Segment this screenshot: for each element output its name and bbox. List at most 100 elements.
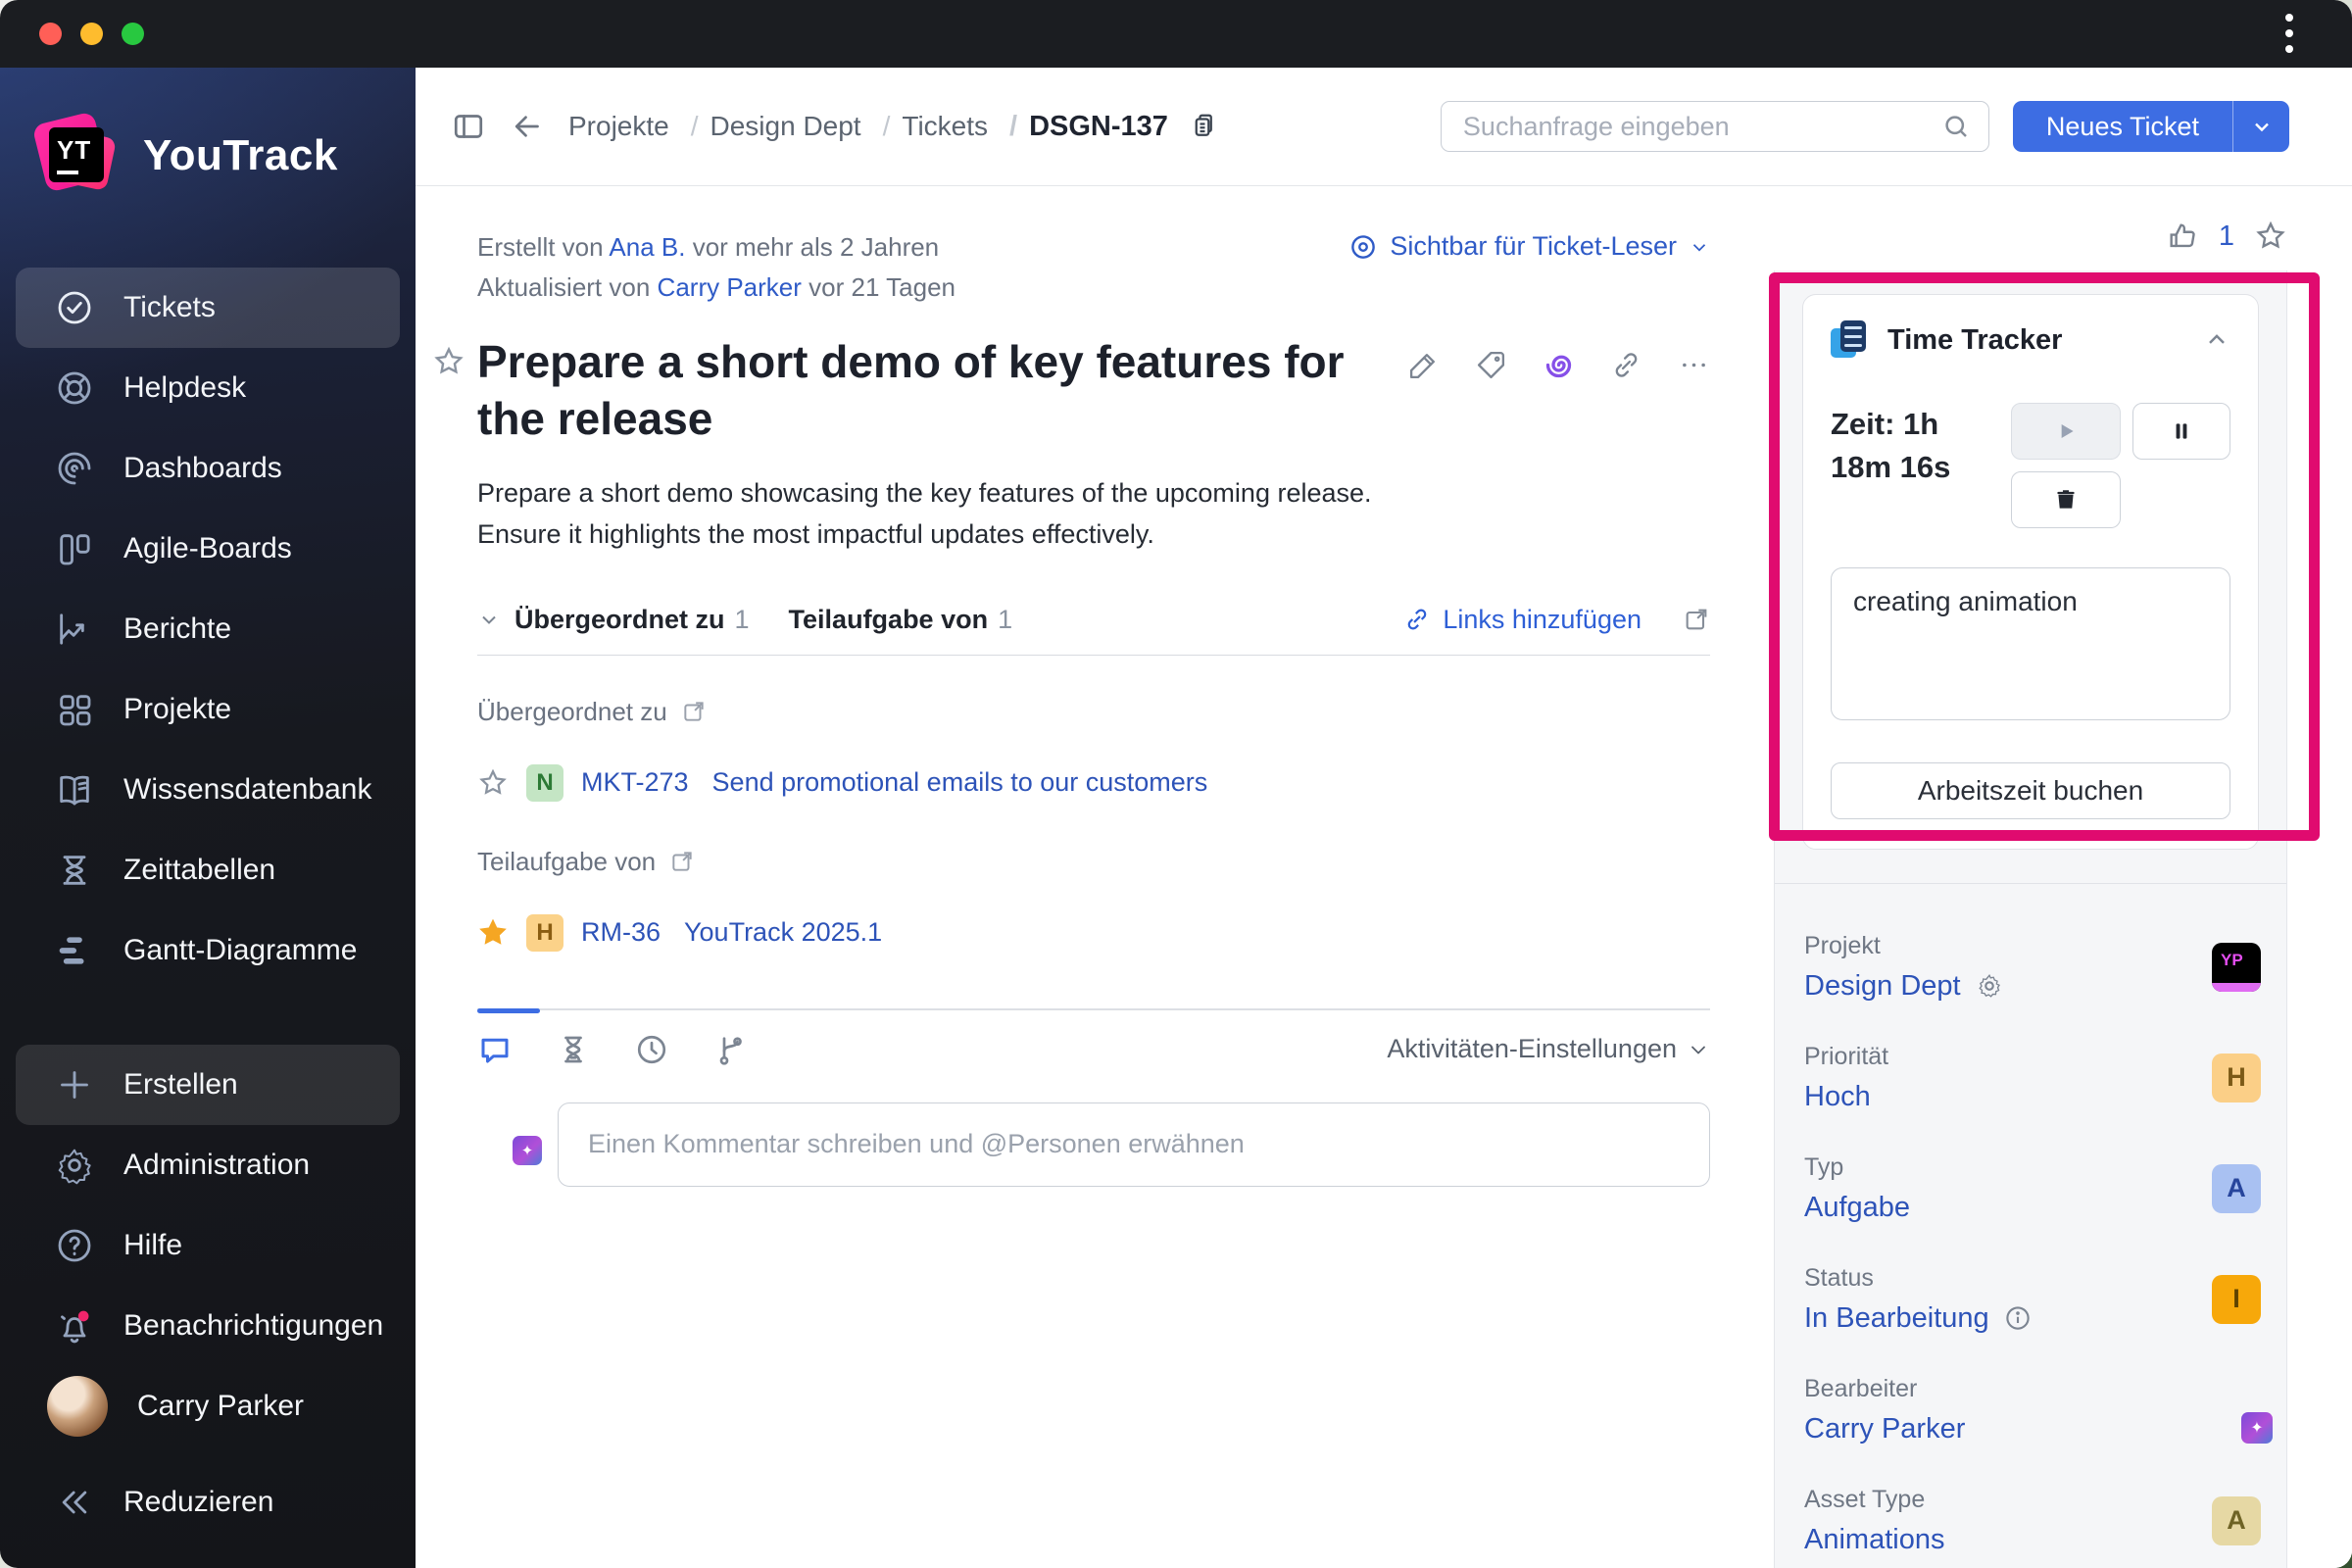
edit-pencil-icon[interactable]: [1407, 349, 1440, 381]
field-label: Projekt: [1804, 931, 1881, 959]
sidebar-item-label: Tickets: [123, 291, 216, 323]
parent-count: 1: [734, 604, 750, 634]
linked-issue-id[interactable]: RM-36: [581, 917, 661, 948]
updated-user-link[interactable]: Carry Parker: [658, 272, 802, 302]
asset-type-badge[interactable]: A: [2212, 1495, 2261, 1545]
sidebar-item-label: Helpdesk: [123, 371, 247, 404]
linked-issue-id[interactable]: MKT-273: [581, 767, 689, 798]
breadcrumb-projekte[interactable]: Projekte: [568, 111, 669, 142]
sidebar-item-benachrichtigungen[interactable]: Benachrichtigungen: [16, 1286, 400, 1366]
created-user-link[interactable]: Ana B.: [609, 232, 685, 262]
sidebar-item-administration[interactable]: Administration: [16, 1125, 400, 1205]
project-settings-gear-icon[interactable]: [1975, 971, 2004, 1001]
star-watch-icon[interactable]: [2254, 220, 2287, 253]
sidebar-item-zeittabellen[interactable]: Zeittabellen: [16, 830, 400, 910]
add-links-label: Links hinzufügen: [1443, 604, 1642, 634]
breadcrumb-tickets[interactable]: Tickets: [871, 111, 988, 142]
ai-assistant-icon[interactable]: [1543, 349, 1575, 381]
field-value-typ[interactable]: Aufgabe: [1804, 1192, 1910, 1224]
sidebar-item-agile-boards[interactable]: Agile-Boards: [16, 509, 400, 589]
sidebar-item-wissensdatenbank[interactable]: Wissensdatenbank: [16, 750, 400, 830]
delete-time-button[interactable]: [2011, 471, 2121, 528]
tab-uebergeordnet-zu[interactable]: Übergeordnet zu: [514, 605, 725, 635]
external-link-icon[interactable]: [669, 849, 695, 874]
linked-issue-summary[interactable]: YouTrack 2025.1: [684, 917, 882, 948]
star-outline-icon[interactable]: [477, 767, 509, 799]
star-issue-icon[interactable]: [432, 345, 466, 378]
type-badge[interactable]: A: [2212, 1163, 2261, 1213]
field-value-status[interactable]: In Bearbeitung: [1804, 1302, 1989, 1335]
history-hourglass-tab-icon[interactable]: [556, 1032, 591, 1067]
sidebar-item-dashboards[interactable]: Dashboards: [16, 428, 400, 509]
priority-badge[interactable]: H: [2212, 1053, 2261, 1102]
close-window-button[interactable]: [39, 23, 62, 45]
app-window: YT YouTrack Tickets Helpdesk Dashboards: [0, 0, 2352, 1568]
field-label: Status: [1804, 1263, 1874, 1292]
time-tracker-icon: [1831, 320, 1870, 360]
comment-input[interactable]: [558, 1102, 1710, 1187]
more-actions-icon[interactable]: [1678, 349, 1710, 381]
sidebar-item-gantt-diagramme[interactable]: Gantt-Diagramme: [16, 910, 400, 991]
linked-issue-summary[interactable]: Send promotional emails to our customers: [712, 767, 1208, 798]
browser-menu-icon[interactable]: [2285, 14, 2293, 53]
app-logo[interactable]: YT YouTrack: [0, 101, 416, 211]
breadcrumb-design-dept[interactable]: Design Dept: [679, 111, 861, 142]
sidebar-item-label: Erstellen: [123, 1068, 238, 1101]
chevron-down-icon: [2254, 122, 2269, 132]
sidebar-item-projekte[interactable]: Projekte: [16, 669, 400, 750]
tab-teilaufgabe-von[interactable]: Teilaufgabe von: [789, 605, 989, 635]
vcs-branch-tab-icon[interactable]: [712, 1032, 748, 1067]
maximize-window-button[interactable]: [122, 23, 144, 45]
new-ticket-button[interactable]: Neues Ticket: [2012, 101, 2232, 152]
sidebar-item-profile[interactable]: Carry Parker: [16, 1366, 400, 1446]
toggle-panel-icon[interactable]: [451, 109, 486, 144]
thumbs-up-icon[interactable]: [2166, 220, 2199, 253]
logo-badge: YT: [57, 135, 92, 165]
titlebar: [0, 0, 2352, 68]
assignee-avatar[interactable]: ✦: [2210, 1385, 2273, 1444]
bell-icon: [61, 1310, 89, 1344]
likes-row: 1: [2166, 220, 2287, 253]
collapse-links-icon[interactable]: [477, 608, 501, 631]
sidebar-item-helpdesk[interactable]: Helpdesk: [16, 348, 400, 428]
minimize-window-button[interactable]: [80, 23, 103, 45]
sidebar-item-berichte[interactable]: Berichte: [16, 589, 400, 669]
status-info-icon[interactable]: [2003, 1303, 2033, 1333]
grid-icon: [60, 695, 91, 726]
sidebar-item-tickets[interactable]: Tickets: [16, 268, 400, 348]
field-value-bearbeiter[interactable]: Carry Parker: [1804, 1413, 1965, 1446]
chevron-down-icon: [1692, 243, 1706, 251]
play-button[interactable]: [2011, 403, 2121, 460]
back-arrow-icon[interactable]: [510, 109, 545, 144]
sidebar-item-hilfe[interactable]: Hilfe: [16, 1205, 400, 1286]
search-input[interactable]: [1462, 111, 1930, 142]
attach-link-icon[interactable]: [1610, 349, 1642, 381]
log-work-button[interactable]: Arbeitszeit buchen: [1831, 762, 2230, 819]
star-filled-icon[interactable]: [477, 917, 509, 949]
comments-tab-icon[interactable]: [477, 1032, 513, 1067]
field-value-projekt[interactable]: Design Dept: [1804, 970, 1961, 1003]
sidebar: YT YouTrack Tickets Helpdesk Dashboards: [0, 68, 416, 1568]
sidebar-item-erstellen[interactable]: Erstellen: [16, 1045, 400, 1125]
status-badge[interactable]: I: [2212, 1274, 2261, 1324]
sidebar-user-name: Carry Parker: [137, 1390, 305, 1422]
open-links-window-icon[interactable]: [1683, 606, 1710, 633]
sidebar-item-reduzieren[interactable]: Reduzieren: [16, 1462, 400, 1543]
field-value-prioritaet[interactable]: Hoch: [1804, 1081, 1888, 1113]
external-link-icon[interactable]: [681, 699, 707, 724]
add-links-button[interactable]: Links hinzufügen: [1403, 605, 1642, 635]
sidebar-item-label: Benachrichtigungen: [123, 1309, 384, 1342]
activity-settings-button[interactable]: Aktivitäten-Einstellungen: [1387, 1034, 1710, 1064]
work-note-input[interactable]: creating animation: [1831, 567, 2230, 720]
pause-button[interactable]: [2132, 403, 2230, 460]
book-icon: [60, 775, 89, 806]
copy-id-icon[interactable]: [1188, 112, 1217, 141]
project-avatar[interactable]: YP: [2212, 942, 2261, 992]
time-tab-icon[interactable]: [634, 1032, 669, 1067]
new-ticket-dropdown-button[interactable]: [2232, 101, 2289, 152]
field-value-asset-type[interactable]: Animations: [1804, 1524, 1944, 1556]
tag-icon[interactable]: [1475, 349, 1507, 381]
visibility-selector[interactable]: Sichtbar für Ticket-Leser: [1348, 231, 1710, 262]
search-icon[interactable]: [1941, 112, 1971, 141]
collapse-widget-icon[interactable]: [2203, 326, 2230, 354]
